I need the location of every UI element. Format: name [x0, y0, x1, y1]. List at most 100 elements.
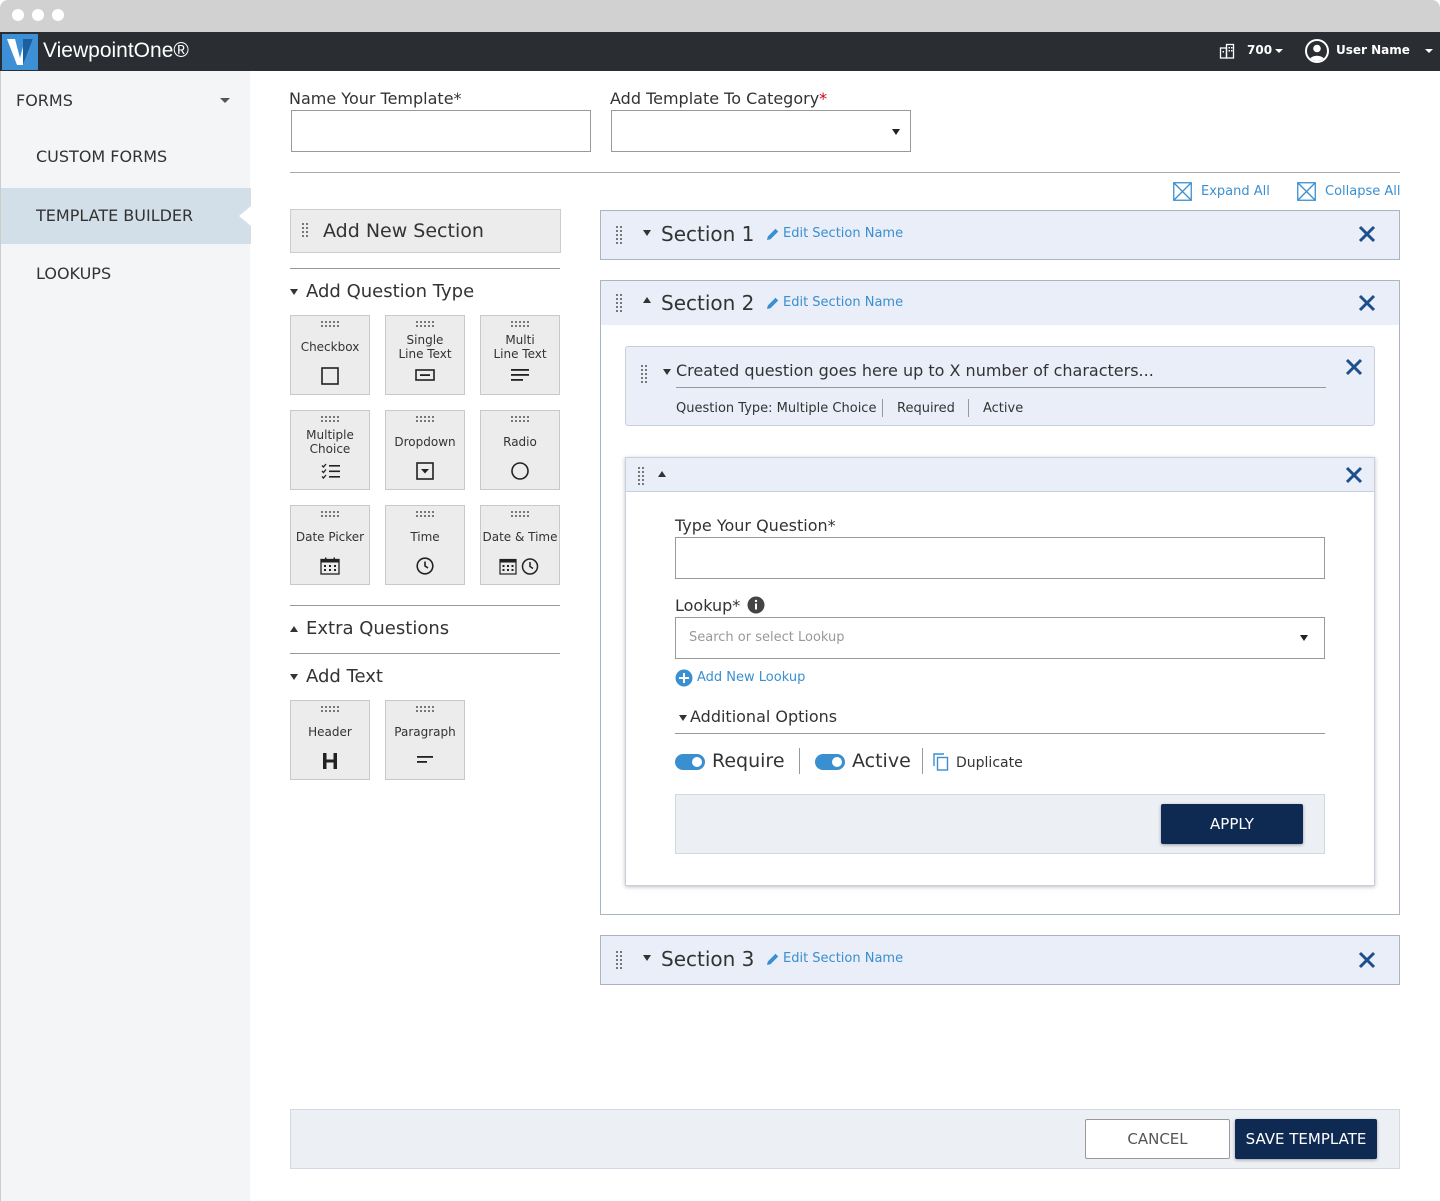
info-icon[interactable]	[747, 596, 765, 618]
add-text-heading[interactable]: Add Text	[290, 666, 383, 687]
sidebar: FORMS CUSTOM FORMS TEMPLATE BUILDER LOOK…	[0, 71, 251, 1201]
app-logo-icon[interactable]	[2, 34, 38, 70]
user-menu-caret-icon[interactable]	[1425, 49, 1433, 53]
template-category-select[interactable]	[611, 110, 911, 152]
text-type-header[interactable]: Header	[290, 700, 370, 780]
drag-handle-icon[interactable]	[616, 226, 622, 248]
caret-down-icon[interactable]	[643, 230, 651, 236]
sidebar-item-custom-forms[interactable]: CUSTOM FORMS	[1, 129, 251, 185]
drag-handle-icon[interactable]	[641, 365, 647, 387]
duplicate-icon[interactable]	[933, 753, 949, 775]
add-new-section-button[interactable]: Add New Section	[290, 209, 561, 253]
drag-handle-icon	[321, 321, 339, 327]
duplicate-button[interactable]: Duplicate	[956, 755, 1023, 771]
add-question-type-heading[interactable]: Add Question Type	[290, 281, 474, 302]
question-type-checkbox[interactable]: Checkbox	[290, 315, 370, 395]
close-icon[interactable]	[1345, 466, 1363, 484]
header-icon	[323, 753, 337, 769]
divider	[290, 605, 560, 606]
pencil-icon[interactable]	[766, 295, 780, 314]
window-titlebar	[0, 0, 1440, 32]
template-name-input[interactable]	[291, 110, 591, 152]
multiple-choice-icon	[321, 463, 340, 479]
question-type-single-line-text[interactable]: Single Line Text	[385, 315, 465, 395]
building-count[interactable]: 700	[1247, 43, 1272, 57]
separator	[968, 399, 969, 417]
collapse-all-link[interactable]: Collapse All	[1325, 184, 1401, 199]
divider	[675, 733, 1325, 734]
drag-handle-icon	[321, 511, 339, 517]
section-title: Section 2	[661, 291, 755, 315]
separator	[882, 399, 883, 417]
separator	[922, 748, 923, 774]
question-type-multi-line-text[interactable]: Multi Line Text	[480, 315, 560, 395]
active-label: Active	[852, 750, 911, 772]
sidebar-item-template-builder[interactable]: TEMPLATE BUILDER	[1, 188, 251, 244]
drag-handle-icon	[321, 416, 339, 422]
active-toggle[interactable]	[815, 754, 845, 770]
add-new-lookup-link[interactable]: Add New Lookup	[697, 670, 805, 685]
caret-down-icon[interactable]	[643, 955, 651, 961]
building-dropdown-caret-icon[interactable]	[1275, 49, 1283, 53]
edit-section-name-link[interactable]: Edit Section Name	[783, 226, 903, 241]
question-input-label: Type Your Question*	[675, 516, 836, 535]
divider	[676, 387, 1326, 388]
question-type-meta: Question Type: Multiple Choice	[676, 401, 877, 416]
question-type-radio[interactable]: Radio	[480, 410, 560, 490]
extra-questions-heading[interactable]: Extra Questions	[290, 618, 449, 639]
clock-icon	[416, 557, 434, 575]
additional-options-toggle[interactable]: Additional Options	[679, 707, 837, 726]
expand-all-icon[interactable]	[1173, 182, 1192, 205]
section-2: Section 2 Edit Section Name	[600, 280, 1400, 326]
caret-down-icon[interactable]	[663, 369, 671, 375]
avatar[interactable]	[1305, 39, 1329, 63]
collapse-all-icon[interactable]	[1297, 182, 1316, 205]
drag-handle-icon	[511, 511, 529, 517]
sidebar-group-forms[interactable]: FORMS	[16, 91, 73, 110]
drag-handle-icon[interactable]	[616, 951, 622, 973]
checkbox-icon	[321, 367, 339, 385]
apply-button[interactable]: APPLY	[1161, 804, 1303, 844]
close-icon[interactable]	[1358, 294, 1376, 312]
pencil-icon[interactable]	[766, 226, 780, 245]
question-type-dropdown[interactable]: Dropdown	[385, 410, 465, 490]
close-icon[interactable]	[1358, 225, 1376, 243]
question-type-multiple-choice[interactable]: Multiple Choice	[290, 410, 370, 490]
drag-handle-icon[interactable]	[638, 467, 644, 489]
drag-handle-icon	[302, 223, 308, 243]
user-name[interactable]: User Name	[1336, 43, 1410, 57]
drag-handle-icon[interactable]	[616, 294, 622, 316]
add-circle-icon[interactable]	[675, 669, 693, 691]
template-category-label: Add Template To Category*	[610, 89, 828, 108]
save-template-button[interactable]: SAVE TEMPLATE	[1235, 1119, 1377, 1159]
caret-up-icon[interactable]	[658, 471, 666, 477]
sidebar-item-lookups[interactable]: LOOKUPS	[1, 246, 251, 302]
expand-all-link[interactable]: Expand All	[1201, 184, 1270, 199]
drag-handle-icon	[416, 511, 434, 517]
lookup-select[interactable]: Search or select Lookup	[675, 617, 1325, 659]
window-minimize-dot[interactable]	[32, 9, 44, 21]
question-status-meta: Active	[983, 401, 1024, 416]
question-card[interactable]: Created question goes here up to X numbe…	[625, 346, 1375, 426]
caret-down-icon	[290, 674, 298, 680]
pencil-icon[interactable]	[766, 951, 780, 970]
require-toggle[interactable]	[675, 754, 705, 770]
caret-down-icon	[679, 714, 687, 721]
close-icon[interactable]	[1345, 358, 1363, 376]
caret-up-icon[interactable]	[643, 297, 651, 303]
window-zoom-dot[interactable]	[52, 9, 64, 21]
edit-section-name-link[interactable]: Edit Section Name	[783, 951, 903, 966]
edit-section-name-link[interactable]: Edit Section Name	[783, 295, 903, 310]
question-type-time[interactable]: Time	[385, 505, 465, 585]
question-type-date-picker[interactable]: Date Picker	[290, 505, 370, 585]
separator	[799, 748, 800, 774]
chevron-down-icon[interactable]	[220, 98, 230, 103]
building-icon[interactable]	[1219, 43, 1235, 63]
window-close-dot[interactable]	[12, 9, 24, 21]
question-type-date-and-time[interactable]: Date & Time	[480, 505, 560, 585]
paragraph-icon	[417, 756, 433, 763]
cancel-button[interactable]: CANCEL	[1085, 1119, 1230, 1159]
question-input[interactable]	[675, 537, 1325, 579]
close-icon[interactable]	[1358, 951, 1376, 969]
text-type-paragraph[interactable]: Paragraph	[385, 700, 465, 780]
